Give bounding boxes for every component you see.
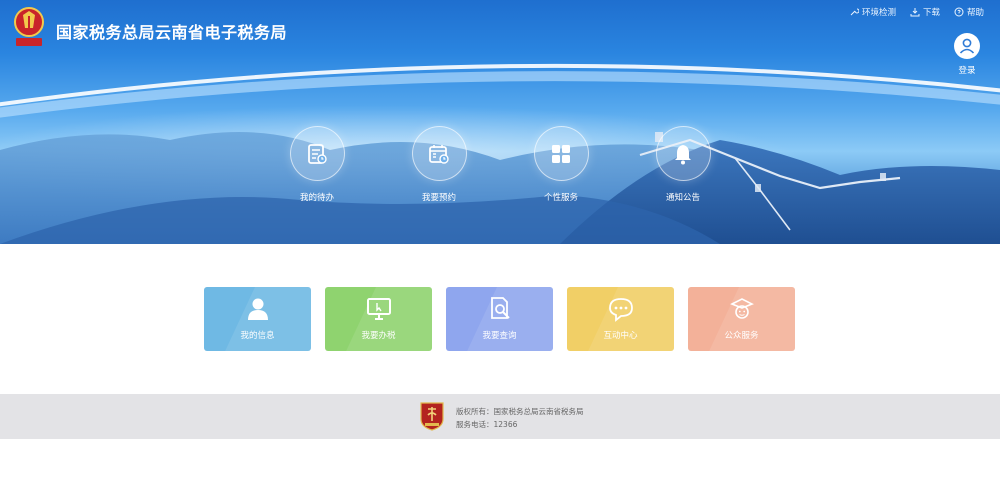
quick-action-label: 个性服务 — [543, 193, 578, 203]
footer-info: 版权所有：国家税务总局云南省税务局 服务电话：12366 — [456, 405, 584, 431]
environment-check-link[interactable]: 环境检测 — [849, 6, 896, 18]
quick-action-notices[interactable]: 通知公告 — [638, 126, 728, 203]
help-link[interactable]: 帮助 — [954, 6, 984, 18]
tile-label: 我要查询 — [482, 331, 517, 341]
quick-action-label: 通知公告 — [665, 193, 700, 203]
quick-action-disc — [289, 126, 345, 181]
service-phone-text: 服务电话：12366 — [456, 420, 518, 429]
page: 国家税务总局云南省电子税务局 环境检测 下载 帮助 登录 我的待办 我要预约 个… — [0, 0, 1000, 503]
chat-icon — [608, 298, 633, 322]
footer: 版权所有：国家税务总局云南省税务局 服务电话：12366 — [0, 394, 1000, 439]
quick-action-label: 我的待办 — [299, 193, 334, 203]
calendar-icon — [429, 144, 449, 164]
quick-action-disc — [533, 126, 589, 181]
tax-bureau-logo — [14, 7, 44, 46]
tile-label: 公众服务 — [724, 331, 759, 341]
login-label: 登录 — [958, 66, 976, 76]
bell-icon — [675, 144, 691, 164]
login-button[interactable]: 登录 — [952, 33, 982, 76]
quick-action-disc — [411, 126, 467, 181]
tools-icon — [850, 8, 859, 16]
login-avatar — [954, 33, 980, 59]
tile-tax-handling[interactable]: 我要办税 — [325, 287, 432, 351]
top-links: 环境检测 下载 帮助 — [849, 6, 984, 18]
header-banner: 国家税务总局云南省电子税务局 环境检测 下载 帮助 登录 我的待办 我要预约 个… — [0, 0, 1000, 244]
tile-label: 互动中心 — [603, 331, 638, 341]
grid-icon — [552, 144, 570, 163]
monitor-icon — [366, 298, 391, 320]
user-icon — [959, 38, 975, 54]
public-service-icon — [729, 298, 754, 319]
service-tiles: 我的信息 我要办税 我要查询 互动中心 公众服务 — [204, 287, 795, 351]
help-label: 帮助 — [966, 8, 984, 18]
quick-action-label: 我要预约 — [421, 193, 456, 203]
tile-label: 我的信息 — [240, 331, 275, 341]
quick-action-personal-service[interactable]: 个性服务 — [516, 126, 606, 203]
download-icon — [910, 8, 920, 17]
download-link[interactable]: 下载 — [910, 6, 940, 18]
tile-interaction-center[interactable]: 互动中心 — [567, 287, 674, 351]
environment-check-label: 环境检测 — [861, 8, 896, 18]
tile-public-service[interactable]: 公众服务 — [688, 287, 795, 351]
copyright-text: 版权所有：国家税务总局云南省税务局 — [456, 407, 584, 416]
quick-action-disc — [655, 126, 711, 181]
tile-query[interactable]: 我要查询 — [446, 287, 553, 351]
quick-action-todo[interactable]: 我的待办 — [272, 126, 362, 203]
todo-list-icon — [308, 143, 327, 164]
help-icon — [954, 7, 964, 17]
site-title: 国家税务总局云南省电子税务局 — [56, 23, 288, 42]
tile-label: 我要办税 — [361, 331, 396, 341]
user-icon — [247, 298, 268, 320]
tile-my-info[interactable]: 我的信息 — [204, 287, 311, 351]
quick-action-appointment[interactable]: 我要预约 — [394, 126, 484, 203]
download-label: 下载 — [922, 8, 940, 18]
tax-emblem-icon — [420, 402, 444, 431]
search-document-icon — [490, 297, 510, 319]
